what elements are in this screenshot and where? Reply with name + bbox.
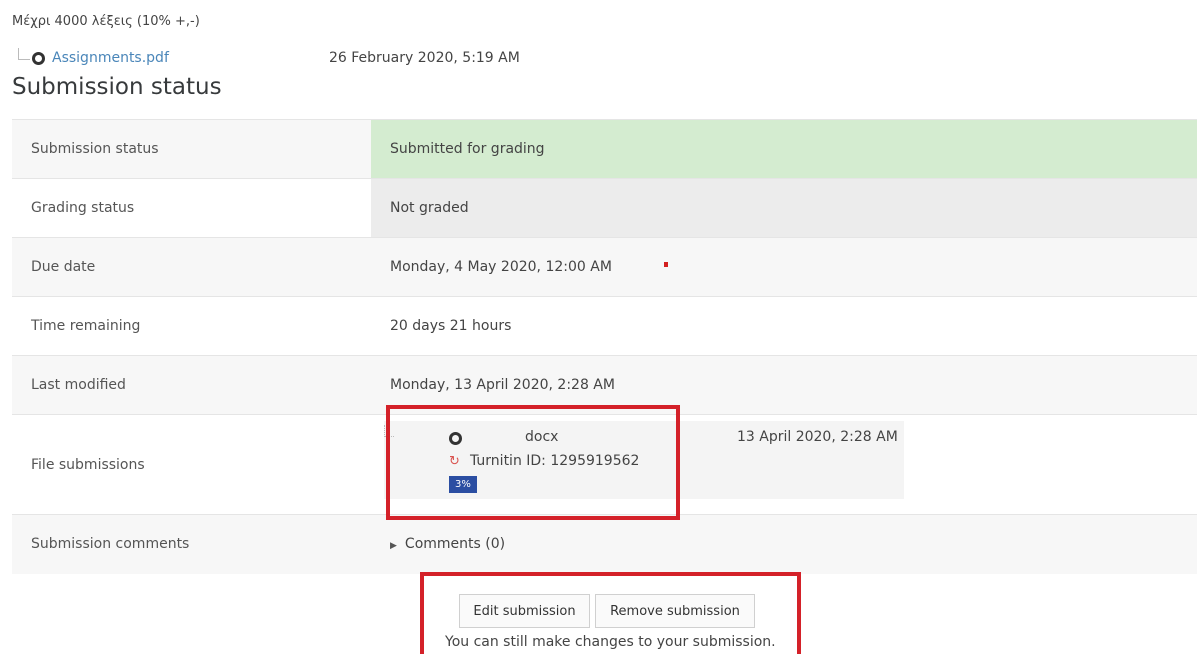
submission-actions: Edit submission Remove submission [459,594,755,628]
submission-comments-label: Submission comments [12,514,371,574]
comments-cell: ▶ Comments (0) [371,514,1197,574]
time-remaining-value: 20 days 21 hours [371,296,1197,356]
attachment-link[interactable]: Assignments.pdf [52,50,169,66]
table-row: Submission comments ▶ Comments (0) [12,514,1197,574]
last-modified-label: Last modified [12,355,371,415]
comments-toggle-link[interactable]: Comments (0) [405,536,505,552]
caret-right-icon[interactable]: ▶ [390,541,397,551]
submission-status-label: Submission status [12,119,371,179]
grading-status-value: Not graded [371,178,1197,238]
submission-status-value: Submitted for grading [371,119,1197,179]
due-date-label: Due date [12,237,371,297]
file-date: 13 April 2020, 2:28 AM [737,429,898,445]
turnitin-icon: ↻ [449,454,460,469]
table-row: Time remaining 20 days 21 hours [12,296,1197,356]
file-submissions-label: File submissions [12,414,371,515]
similarity-score-badge[interactable]: 3% [449,476,477,493]
file-panel: docx 13 April 2020, 2:28 AM ↻ Turnitin I… [384,421,904,499]
tree-connector [18,48,30,60]
grading-status-label: Grading status [12,178,371,238]
changes-note: You can still make changes to your submi… [445,634,776,650]
file-name-link[interactable]: docx [525,429,558,445]
table-row: File submissions docx 13 April 2020, 2:2… [12,414,1197,515]
tree-connector [384,425,394,437]
due-date-value: Monday, 4 May 2020, 12:00 AM [390,259,612,275]
docx-file-icon [449,432,462,445]
remove-submission-button[interactable]: Remove submission [595,594,755,628]
assignment-intro-text: Μέχρι 4000 λέξεις (10% +,-) [12,14,200,29]
last-modified-value: Monday, 13 April 2020, 2:28 AM [371,355,1197,415]
attachment-date: 26 February 2020, 5:19 AM [329,50,520,66]
table-row: Grading status Not graded [12,178,1197,238]
file-submissions-cell: docx 13 April 2020, 2:28 AM ↻ Turnitin I… [371,414,1197,515]
attachment-row: Assignments.pdf [18,48,169,66]
section-title: Submission status [12,74,222,100]
pdf-file-icon [32,51,45,65]
edit-submission-button[interactable]: Edit submission [459,594,590,628]
table-row: Submission status Submitted for grading [12,119,1197,179]
due-date-cell: Monday, 4 May 2020, 12:00 AM [371,237,1197,297]
submission-status-table: Submission status Submitted for grading … [12,119,1197,574]
turnitin-id: Turnitin ID: 1295919562 [470,453,640,469]
red-marker [663,262,668,267]
time-remaining-label: Time remaining [12,296,371,356]
table-row: Last modified Monday, 13 April 2020, 2:2… [12,355,1197,415]
file-submission-entry: docx 13 April 2020, 2:28 AM ↻ Turnitin I… [371,415,1197,514]
table-row: Due date Monday, 4 May 2020, 12:00 AM [12,237,1197,297]
